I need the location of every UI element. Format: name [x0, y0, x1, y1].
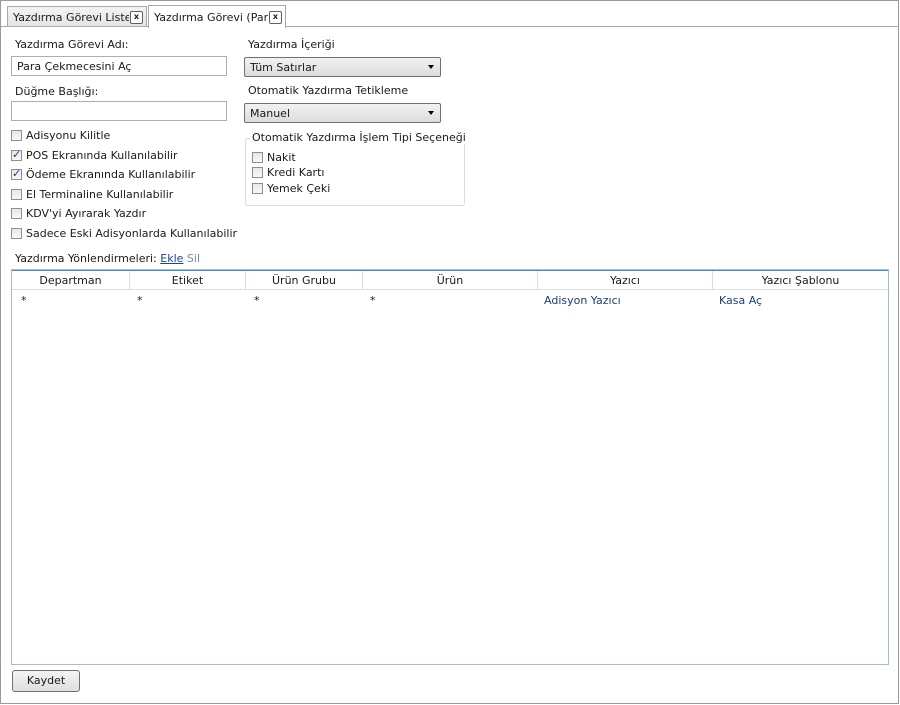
- column-header-printer[interactable]: Yazıcı: [538, 271, 713, 290]
- checkbox-label: Kredi Kartı: [267, 166, 325, 179]
- checkbox-box[interactable]: [11, 167, 22, 180]
- cell-product-group[interactable]: *: [254, 294, 260, 307]
- checkbox-box[interactable]: [11, 130, 22, 141]
- tab-divider: [1, 26, 898, 27]
- cell-product[interactable]: *: [370, 294, 376, 307]
- print-mappings-header: Yazdırma Yönlendirmeleri: Ekle Sil: [15, 252, 200, 265]
- old-tickets-only-checkbox[interactable]: Sadece Eski Adisyonlarda Kullanılabilir: [11, 227, 237, 240]
- column-header-department[interactable]: Departman: [12, 271, 130, 290]
- payment-type-group-title: Otomatik Yazdırma İşlem Tipi Seçeneği: [250, 131, 468, 144]
- print-content-label: Yazdırma İçeriği: [248, 38, 335, 51]
- checkbox-label: El Terminaline Kullanılabilir: [26, 188, 174, 201]
- job-name-label: Yazdırma Görevi Adı:: [15, 38, 129, 51]
- checkbox-box[interactable]: [252, 152, 263, 163]
- tab-bar: Yazdırma Görevi Liste x Yazdırma Görevi …: [1, 1, 898, 28]
- meal-voucher-checkbox[interactable]: Yemek Çeki: [252, 182, 330, 195]
- print-content-value: Tüm Satırlar: [250, 61, 317, 74]
- auto-trigger-label: Otomatik Yazdırma Tetikleme: [248, 84, 409, 97]
- checkbox-label: Nakit: [267, 151, 296, 164]
- pos-screen-checkbox[interactable]: POS Ekranında Kullanılabilir: [11, 148, 178, 162]
- auto-trigger-select[interactable]: Manuel: [244, 103, 441, 123]
- checkbox-label: Ödeme Ekranında Kullanılabilir: [26, 168, 196, 181]
- column-header-product[interactable]: Ürün: [363, 271, 538, 290]
- column-header-tag[interactable]: Etiket: [130, 271, 246, 290]
- checkbox-label: Sadece Eski Adisyonlarda Kullanılabilir: [26, 227, 238, 240]
- checkbox-label: Yemek Çeki: [267, 182, 331, 195]
- tab-print-job-edit[interactable]: Yazdırma Görevi (Para x: [148, 5, 286, 28]
- job-name-input[interactable]: Para Çekmecesini Aç: [11, 56, 227, 76]
- lock-ticket-checkbox[interactable]: Adisyonu Kilitle: [11, 129, 110, 142]
- print-mappings-grid: Departman Etiket Ürün Grubu Ürün Yazıcı …: [11, 269, 889, 665]
- chevron-down-icon: [428, 65, 434, 69]
- tab-print-jobs-list[interactable]: Yazdırma Görevi Liste x: [7, 6, 147, 27]
- chevron-down-icon: [428, 111, 434, 115]
- payment-screen-checkbox[interactable]: Ödeme Ekranında Kullanılabilir: [11, 167, 196, 181]
- delete-mapping-link[interactable]: Sil: [187, 252, 200, 265]
- cell-department[interactable]: *: [21, 294, 27, 307]
- print-content-select[interactable]: Tüm Satırlar: [244, 57, 441, 77]
- cell-tag[interactable]: *: [137, 294, 143, 307]
- auto-trigger-value: Manuel: [250, 107, 290, 120]
- cash-checkbox[interactable]: Nakit: [252, 151, 296, 164]
- checkbox-label: Adisyonu Kilitle: [26, 129, 111, 142]
- checkbox-box[interactable]: [252, 183, 263, 194]
- checkbox-box[interactable]: [11, 189, 22, 200]
- checkbox-box[interactable]: [11, 148, 22, 161]
- tab-label: Yazdırma Görevi Liste: [13, 10, 129, 24]
- checkbox-box[interactable]: [11, 208, 22, 219]
- cell-printer-template[interactable]: Kasa Aç: [719, 294, 762, 307]
- grid-header: Departman Etiket Ürün Grubu Ürün Yazıcı …: [12, 270, 888, 290]
- checkbox-box[interactable]: [252, 167, 263, 178]
- credit-card-checkbox[interactable]: Kredi Kartı: [252, 166, 324, 179]
- checkbox-label: POS Ekranında Kullanılabilir: [26, 149, 178, 162]
- column-header-product-group[interactable]: Ürün Grubu: [246, 271, 363, 290]
- handheld-terminal-checkbox[interactable]: El Terminaline Kullanılabilir: [11, 188, 173, 201]
- tab-label: Yazdırma Görevi (Para: [154, 10, 268, 24]
- checkbox-label: KDV'yi Ayırarak Yazdır: [26, 207, 147, 220]
- close-icon[interactable]: x: [269, 10, 282, 24]
- save-button[interactable]: Kaydet: [12, 670, 80, 692]
- separate-vat-checkbox[interactable]: KDV'yi Ayırarak Yazdır: [11, 207, 146, 220]
- column-header-printer-template[interactable]: Yazıcı Şablonu: [713, 271, 888, 290]
- checkbox-box[interactable]: [11, 228, 22, 239]
- button-title-label: Düğme Başlığı:: [15, 85, 99, 98]
- close-icon[interactable]: x: [130, 10, 143, 24]
- button-title-input[interactable]: [11, 101, 227, 121]
- add-mapping-link[interactable]: Ekle: [160, 252, 183, 265]
- cell-printer[interactable]: Adisyon Yazıcı: [544, 294, 621, 307]
- print-mappings-label: Yazdırma Yönlendirmeleri:: [15, 252, 157, 265]
